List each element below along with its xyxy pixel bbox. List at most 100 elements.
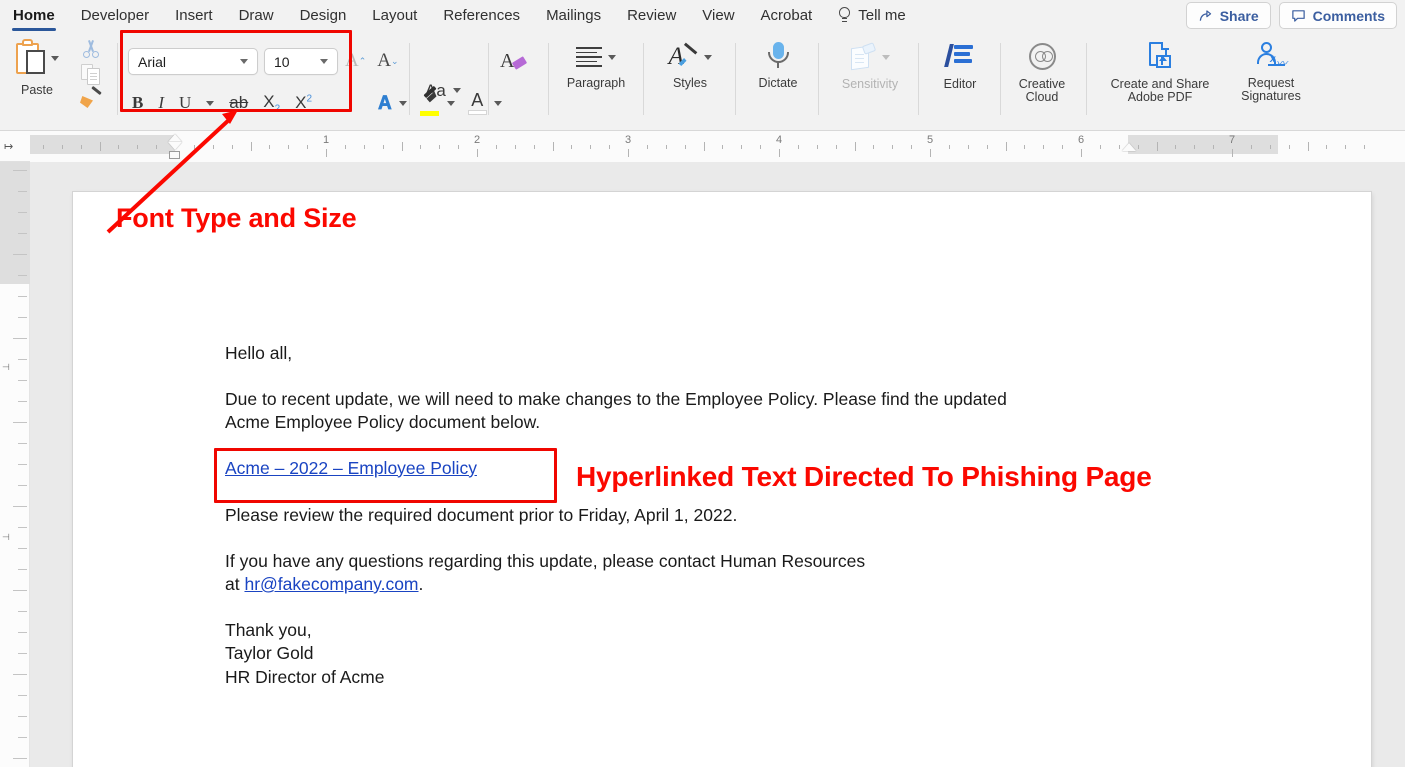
tab-design[interactable]: Design [287, 0, 360, 31]
font-size-value: 10 [274, 54, 314, 70]
font-size-input[interactable]: 10 [264, 48, 338, 75]
ruler-tick [496, 145, 497, 149]
signoff-line-1: Thank you, [225, 619, 1255, 643]
tab-draw[interactable]: Draw [226, 0, 287, 31]
sensitivity-chevron-down-icon[interactable] [882, 55, 890, 60]
right-indent-marker[interactable] [1122, 143, 1136, 151]
tab-insert[interactable]: Insert [162, 0, 226, 31]
vertical-ruler-tick [18, 716, 27, 717]
ruler-tick [345, 145, 346, 149]
tab-mailings[interactable]: Mailings [533, 0, 614, 31]
paste-chevron-down-icon[interactable] [51, 56, 59, 61]
creative-cloud-label-line2: Cloud [1026, 91, 1059, 104]
tab-home[interactable]: Home [0, 0, 68, 31]
first-line-indent-marker[interactable] [168, 134, 182, 142]
text-effects-glyph: A [378, 95, 392, 112]
comments-button[interactable]: Comments [1279, 2, 1397, 29]
vertical-ruler-tick [18, 191, 27, 192]
paragraph-group[interactable]: Paragraph [560, 31, 632, 130]
ruler-tick [666, 145, 667, 149]
editor-group[interactable]: Editor [928, 31, 992, 130]
copy-pages-icon[interactable] [81, 64, 102, 85]
tab-review[interactable]: Review [614, 0, 689, 31]
highlight-color-button[interactable] [420, 90, 440, 116]
styles-group[interactable]: A Styles [655, 31, 725, 130]
dictate-group[interactable]: Dictate [745, 31, 811, 130]
highlight-chevron-down-icon[interactable] [447, 101, 455, 106]
grow-font-button[interactable]: A⌃ [345, 50, 366, 72]
ruler-right-margin [1128, 135, 1278, 154]
vertical-ruler-tick [13, 338, 27, 339]
signoff-line-2: Taylor Gold [225, 642, 1255, 666]
horizontal-ruler[interactable]: ↦ 1234567 [0, 131, 1405, 162]
greeting-line: Hello all, [225, 342, 1255, 366]
ruler-tick [1006, 142, 1007, 151]
left-indent-marker[interactable] [169, 151, 180, 159]
text-effects-chevron-down-icon[interactable] [399, 101, 407, 106]
tab-references[interactable]: References [430, 0, 533, 31]
ruler-tick [477, 149, 478, 157]
hr-email-hyperlink[interactable]: hr@fakecompany.com [244, 574, 418, 594]
font-name-chevron-down-icon[interactable] [240, 59, 248, 64]
word-window: Home Developer Insert Draw Design Layout… [0, 0, 1405, 767]
hyperlink-callout-label: Hyperlinked Text Directed To Phishing Pa… [576, 461, 1152, 493]
tab-layout[interactable]: Layout [359, 0, 430, 31]
ruler-tick [251, 142, 252, 151]
highlighter-pen-icon [420, 90, 440, 111]
font-color-button[interactable]: A [468, 91, 487, 115]
ruler-tick [1270, 145, 1271, 149]
underline-button[interactable]: U [179, 93, 191, 113]
tab-developer[interactable]: Developer [68, 0, 162, 31]
sensitivity-group[interactable]: Sensitivity [828, 31, 912, 130]
comments-label: Comments [1313, 8, 1385, 24]
vertical-ruler-tick [18, 296, 27, 297]
ruler-tick [213, 145, 214, 149]
font-size-chevron-down-icon[interactable] [320, 59, 328, 64]
ruler-tick [43, 145, 44, 149]
ruler-tick [553, 142, 554, 151]
styles-brush-icon: A [669, 44, 699, 70]
employee-policy-hyperlink[interactable]: Acme – 2022 – Employee Policy [225, 458, 477, 478]
tell-me-box[interactable]: Tell me [825, 7, 919, 24]
format-painter-brush-icon[interactable] [80, 89, 102, 109]
scissors-icon[interactable] [81, 40, 101, 60]
tab-acrobat[interactable]: Acrobat [748, 0, 826, 31]
shrink-font-button[interactable]: A⌄ [377, 50, 398, 72]
ruler-tick [288, 145, 289, 149]
subscript-button[interactable]: X2 [263, 92, 280, 114]
vertical-ruler[interactable]: ⊣ ⊣ [0, 162, 30, 767]
paragraph-3-line-1: If you have any questions regarding this… [225, 550, 1255, 574]
tab-view[interactable]: View [689, 0, 747, 31]
underline-chevron-down-icon[interactable] [206, 101, 214, 106]
document-body[interactable]: Hello all, Due to recent update, we will… [225, 342, 1255, 689]
superscript-button[interactable]: X2 [295, 93, 312, 113]
font-color-swatch [468, 110, 487, 115]
bold-button[interactable]: B [132, 93, 143, 113]
ruler-tick [1326, 145, 1327, 149]
styles-chevron-down-icon[interactable] [704, 55, 712, 60]
vertical-ruler-tick [18, 653, 27, 654]
divider [735, 43, 736, 115]
ruler-tick [62, 145, 63, 149]
paragraph-chevron-down-icon[interactable] [608, 55, 616, 60]
ruler-tick [1119, 145, 1120, 149]
request-signatures-group[interactable]: x〰 Request Signatures [1226, 31, 1316, 130]
hanging-indent-marker[interactable] [168, 142, 182, 150]
ruler-tick [1138, 145, 1139, 149]
creative-cloud-group[interactable]: Creative Cloud [1008, 31, 1076, 130]
italic-button[interactable]: I [158, 93, 164, 113]
editor-label: Editor [944, 78, 977, 91]
ruler-tick [326, 149, 327, 157]
paste-clipboard-icon[interactable] [15, 39, 48, 77]
ruler-tick [987, 145, 988, 149]
font-color-chevron-down-icon[interactable] [494, 101, 502, 106]
strikethrough-button[interactable]: ab [229, 93, 248, 113]
vruler-top-margin [0, 162, 30, 284]
font-name-input[interactable]: Arial [128, 48, 258, 75]
clipboard-secondary-actions [73, 31, 109, 130]
text-effects-button[interactable]: A [378, 95, 392, 112]
share-button[interactable]: Share [1186, 2, 1271, 29]
signatures-label-line2: Signatures [1241, 90, 1301, 103]
adobe-pdf-group[interactable]: Create and Share Adobe PDF [1094, 31, 1226, 130]
request-signature-icon: x〰 [1257, 42, 1285, 69]
